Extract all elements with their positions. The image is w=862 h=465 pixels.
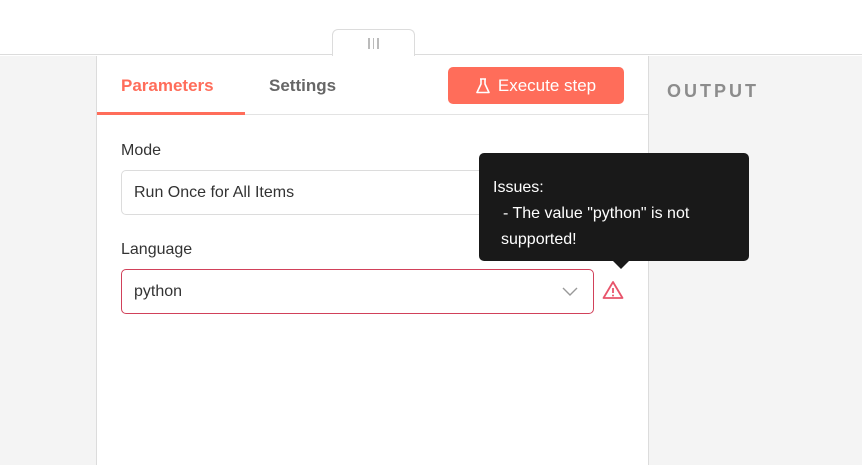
top-bar <box>0 0 862 55</box>
mode-label: Mode <box>121 142 162 159</box>
tooltip-line: - The value "python" is not <box>503 205 690 222</box>
execute-step-button[interactable]: Execute step <box>448 67 624 104</box>
tab-bar: Parameters Settings Execute step <box>97 56 648 115</box>
language-value: python <box>134 282 183 300</box>
mode-value: Run Once for All Items <box>134 183 295 201</box>
language-label: Language <box>121 241 193 258</box>
tab-parameters[interactable]: Parameters <box>121 76 214 96</box>
tooltip-line: supported! <box>501 231 577 248</box>
execute-step-label: Execute step <box>497 75 597 95</box>
flask-icon <box>476 77 490 93</box>
left-pane <box>0 56 97 465</box>
warning-icon[interactable] <box>602 280 624 300</box>
drag-handle[interactable] <box>332 29 415 56</box>
chevron-down-icon <box>562 287 578 296</box>
tab-settings[interactable]: Settings <box>269 76 336 96</box>
output-title: OUTPUT <box>667 81 759 101</box>
tooltip-title: Issues: <box>493 179 544 196</box>
language-select[interactable]: python <box>121 269 594 314</box>
issues-tooltip: Issues: - The value "python" is not supp… <box>479 153 749 269</box>
active-tab-indicator <box>97 112 245 115</box>
